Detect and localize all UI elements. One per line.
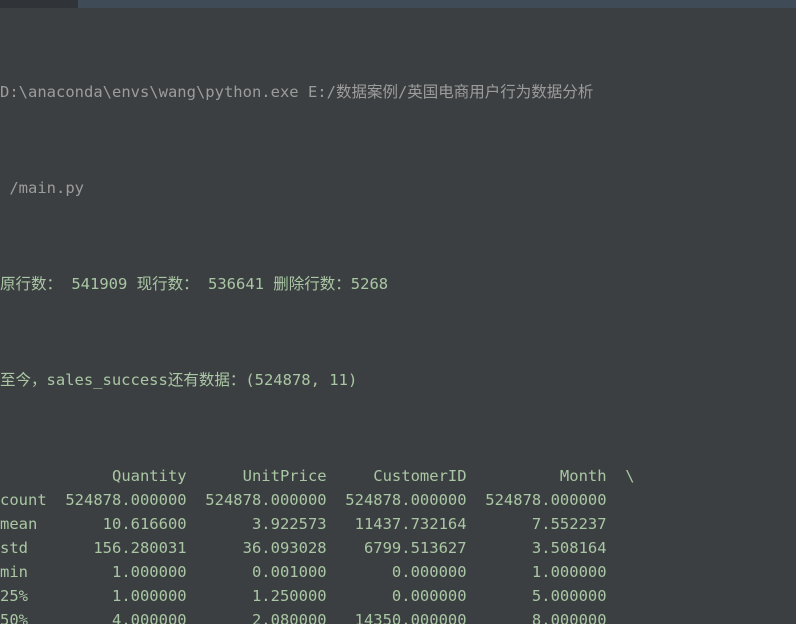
- table-row: 25% 1.000000 1.250000 0.000000 5.000000: [0, 587, 607, 605]
- table-row: min 1.000000 0.001000 0.000000 1.000000: [0, 563, 607, 581]
- window-top-strip: [0, 0, 796, 8]
- top-strip-light-segment: [78, 0, 796, 8]
- console-command-line-1: D:\anaconda\envs\wang\python.exe E:/数据案例…: [0, 83, 594, 101]
- top-strip-dark-segment: [0, 0, 78, 8]
- console-command-line-2: /main.py: [0, 179, 84, 197]
- table-header-row: Quantity UnitPrice CustomerID Month \: [0, 467, 635, 485]
- table-row: mean 10.616600 3.922573 11437.732164 7.5…: [0, 515, 607, 533]
- table-row: 50% 4.000000 2.080000 14350.000000 8.000…: [0, 611, 607, 624]
- run-console-output[interactable]: D:\anaconda\envs\wang\python.exe E:/数据案例…: [0, 8, 796, 624]
- console-info-line-2: 至今，sales_success还有数据：(524878, 11): [0, 371, 358, 389]
- console-info-line-1: 原行数： 541909 现行数： 536641 删除行数：5268: [0, 275, 389, 293]
- describe-table-1: Quantity UnitPrice CustomerID Month \ cou…: [0, 464, 796, 624]
- table-row: std 156.280031 36.093028 6799.513627 3.5…: [0, 539, 607, 557]
- table-row: count 524878.000000 524878.000000 524878…: [0, 491, 607, 509]
